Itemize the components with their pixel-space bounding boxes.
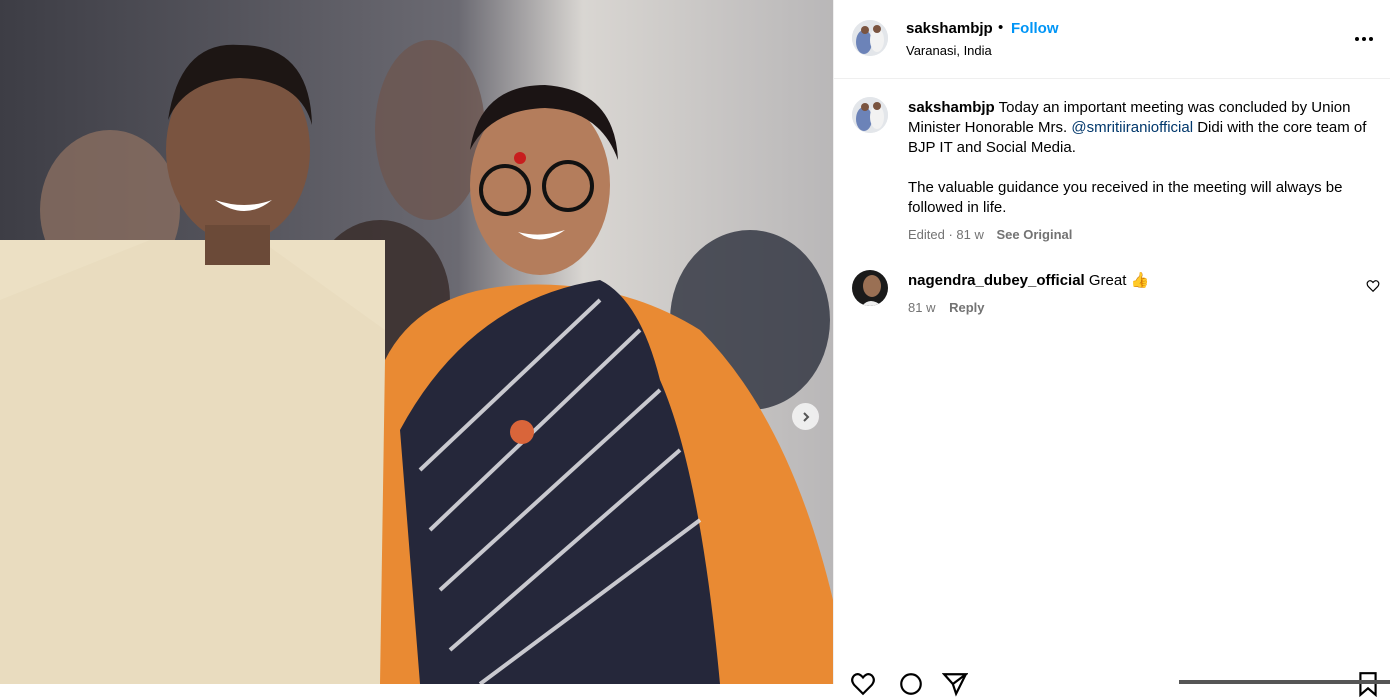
comment-meta: 81 w Reply bbox=[908, 300, 985, 315]
reply-button[interactable]: Reply bbox=[949, 300, 984, 315]
heart-icon[interactable] bbox=[1366, 279, 1380, 293]
comment-text: Great 👍 bbox=[1088, 272, 1150, 289]
mention-link[interactable]: @smritiiraniofficial bbox=[1071, 119, 1193, 136]
chevron-right-icon bbox=[802, 411, 809, 422]
avatar-image bbox=[852, 20, 888, 56]
caption-username[interactable]: sakshambjp bbox=[908, 99, 995, 116]
post-username[interactable]: sakshambjp bbox=[906, 20, 993, 37]
comment-username[interactable]: nagendra_dubey_official bbox=[908, 272, 1085, 289]
heart-icon[interactable] bbox=[850, 671, 876, 697]
avatar-image bbox=[852, 97, 888, 133]
comment-icon[interactable] bbox=[898, 671, 924, 697]
post-side-panel: sakshambjp • Follow Varanasi, India saks… bbox=[833, 0, 1390, 697]
post-header: sakshambjp • Follow Varanasi, India bbox=[834, 0, 1390, 79]
next-photo-button[interactable] bbox=[792, 403, 819, 430]
avatar[interactable] bbox=[852, 20, 888, 56]
caption-paragraph-2: The valuable guidance you received in th… bbox=[908, 179, 1343, 216]
bottom-scrollbar[interactable] bbox=[1179, 680, 1390, 684]
caption-meta: Edited · 81 w See Original bbox=[908, 227, 1072, 242]
caption-avatar[interactable] bbox=[852, 97, 888, 133]
follow-button[interactable]: Follow bbox=[1011, 20, 1059, 37]
share-icon[interactable] bbox=[942, 671, 968, 697]
post-location[interactable]: Varanasi, India bbox=[906, 43, 992, 58]
edited-time: Edited · 81 w bbox=[908, 227, 984, 242]
more-icon[interactable] bbox=[1353, 28, 1375, 50]
photo-illustration bbox=[0, 0, 833, 684]
comment: nagendra_dubey_official Great 👍 bbox=[908, 271, 1149, 289]
post-caption: sakshambjp Today an important meeting wa… bbox=[908, 98, 1368, 218]
commenter-avatar[interactable] bbox=[852, 270, 888, 306]
bookmark-icon[interactable] bbox=[1355, 671, 1381, 697]
post-photo[interactable] bbox=[0, 0, 833, 684]
see-original-button[interactable]: See Original bbox=[997, 227, 1073, 242]
comment-time: 81 w bbox=[908, 300, 936, 315]
separator-dot: • bbox=[998, 19, 1004, 36]
avatar-image bbox=[852, 270, 888, 306]
